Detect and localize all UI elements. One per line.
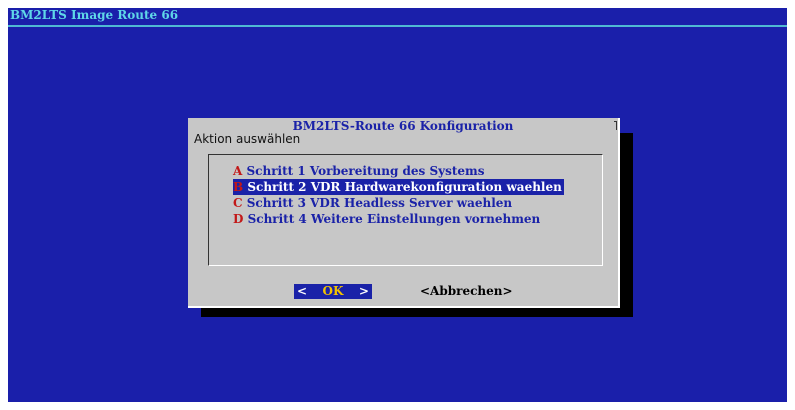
button-row: < OK > <Abbrechen>: [188, 284, 618, 300]
dialog-corner-mark: [614, 121, 617, 130]
menu-item-b[interactable]: B Schritt 2 VDR Hardwarekonfiguration wa…: [233, 179, 564, 195]
menu-item-label: Schritt 3 VDR Headless Server waehlen: [246, 196, 513, 210]
menu-item-hotkey: C: [233, 196, 243, 210]
menu-box: A Schritt 1 Vorbereitung des Systems B S…: [208, 154, 603, 266]
menu-item-hotkey: D: [233, 212, 244, 226]
terminal-screen: BM2LTS Image Route 66 BM2LTS-Route 66 Ko…: [8, 8, 787, 402]
dialog-prompt: Aktion auswählen: [194, 132, 301, 146]
dialog-title: BM2LTS-Route 66 Konfiguration: [292, 119, 514, 133]
ok-right-bracket: >: [358, 284, 369, 298]
menu-item-hotkey: A: [233, 164, 243, 178]
menu-list: A Schritt 1 Vorbereitung des Systems B S…: [233, 163, 564, 227]
menu-item-label: Schritt 4 Weitere Einstellungen vornehme…: [247, 212, 541, 226]
back-title: BM2LTS Image Route 66: [10, 8, 179, 22]
menu-dialog: BM2LTS-Route 66 Konfiguration Aktion aus…: [188, 118, 620, 308]
cancel-button[interactable]: <Abbrechen>: [420, 284, 513, 299]
ok-button-label: OK: [322, 284, 344, 298]
menu-item-label: Schritt 1 Vorbereitung des Systems: [246, 164, 485, 178]
menu-item-d[interactable]: D Schritt 4 Weitere Einstellungen vorneh…: [233, 211, 564, 227]
ok-button[interactable]: < OK >: [294, 284, 372, 299]
ok-left-bracket: <: [297, 284, 308, 298]
menu-item-c[interactable]: C Schritt 3 VDR Headless Server waehlen: [233, 195, 564, 211]
menu-item-label: Schritt 2 VDR Hardwarekonfiguration waeh…: [247, 180, 562, 194]
back-title-underline: [8, 25, 787, 27]
menu-item-a[interactable]: A Schritt 1 Vorbereitung des Systems: [233, 163, 564, 179]
menu-item-hotkey: B: [233, 180, 244, 194]
